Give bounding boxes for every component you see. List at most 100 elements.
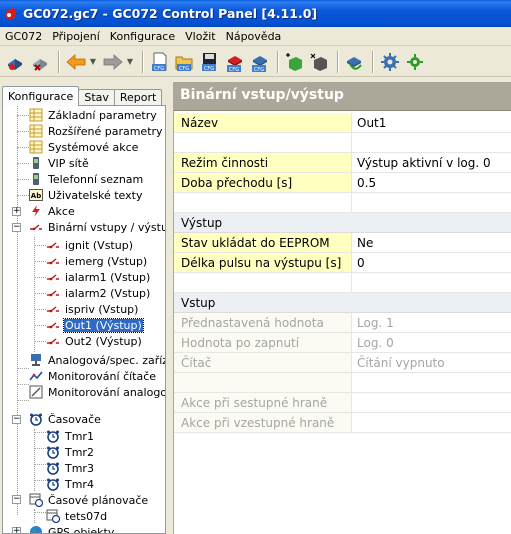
read-cfg-icon[interactable]: CFG: [223, 50, 247, 74]
table-icon: [28, 139, 44, 155]
collapse-toggle-timers[interactable]: −: [12, 415, 21, 424]
tree-item-out2[interactable]: Out2 (Výstup): [45, 333, 143, 349]
config-tree[interactable]: + − − − + Základní parametry Rozšířené p…: [2, 105, 166, 534]
tools-icon[interactable]: [403, 50, 427, 74]
alarm-clock-icon: [45, 428, 61, 444]
tree-item-ignit[interactable]: ignit (Vstup): [45, 237, 134, 253]
back-arrow-icon[interactable]: [64, 50, 88, 74]
tree-item-analog-devices[interactable]: Analogová/spec. zařízení: [28, 352, 165, 368]
tree-item-out1[interactable]: Out1 (Výstup): [45, 317, 144, 333]
property-row[interactable]: [174, 373, 511, 393]
property-name: Akce při vzestupné hraně: [174, 413, 351, 433]
switch-icon: [45, 269, 61, 285]
property-name: Hodnota po zapnutí: [174, 333, 351, 353]
property-row[interactable]: Doba přechodu [s] 0.5: [174, 173, 511, 193]
tree-item-label: Uživatelské texty: [48, 188, 143, 202]
tree-item-binary-io[interactable]: Binární vstupy / výstupy: [28, 219, 165, 235]
property-name: Akce při sestupné hraně: [174, 393, 351, 413]
expand-toggle-akce[interactable]: +: [12, 207, 21, 216]
disconnect-icon[interactable]: [29, 50, 53, 74]
tree-item-actions[interactable]: Akce: [28, 203, 76, 219]
property-row: [174, 133, 511, 153]
property-row[interactable]: Čítač Čítání vypnuto: [174, 353, 511, 373]
property-value[interactable]: 0.5: [351, 173, 511, 193]
forward-arrow-icon[interactable]: [101, 50, 125, 74]
menu-help[interactable]: Nápověda: [221, 27, 287, 46]
tab-report[interactable]: Report: [113, 89, 163, 106]
tree-item-label: iemerg (Vstup): [65, 254, 148, 268]
property-value[interactable]: Ne: [351, 233, 511, 253]
save-cfg-icon[interactable]: CFG: [198, 50, 222, 74]
table-icon: [28, 107, 44, 123]
property-value[interactable]: 0: [351, 253, 511, 273]
tree-item-extended-params[interactable]: Rozšířené parametry: [28, 123, 164, 139]
tree-item-label: Rozšířené parametry: [48, 124, 163, 138]
tree-item-tmr1[interactable]: Tmr1: [45, 428, 95, 444]
property-row[interactable]: Akce při sestupné hraně: [174, 393, 511, 413]
property-value: [351, 193, 511, 213]
property-value: [351, 293, 511, 313]
new-cfg-icon[interactable]: CFG: [148, 50, 172, 74]
chevron-down-icon[interactable]: ▼: [126, 57, 134, 66]
cfg-text: CFG: [204, 66, 214, 72]
property-row[interactable]: Přednastavená hodnota Log. 1: [174, 313, 511, 333]
menu-insert[interactable]: Vložit: [180, 27, 220, 46]
tree-item-timers[interactable]: Časovače: [28, 411, 102, 427]
tree-item-basic-params[interactable]: Základní parametry: [28, 107, 158, 123]
tree-item-label: Out2 (Výstup): [65, 334, 142, 348]
collapse-toggle-schedulers[interactable]: −: [12, 495, 21, 504]
tree-item-analog-monitoring[interactable]: Monitorování analogových: [28, 384, 165, 400]
tree-item-gps-objects[interactable]: GPS objekty: [28, 524, 115, 533]
tab-strip: Konfigurace Stav Report: [2, 86, 163, 106]
menu-connection[interactable]: Připojení: [47, 27, 105, 46]
tree-item-label: Tmr2: [65, 445, 94, 459]
tree-item-ialarm2[interactable]: ialarm2 (Vstup): [45, 285, 151, 301]
tab-status[interactable]: Stav: [78, 89, 115, 106]
tree-item-label: Monitorování čítače: [48, 369, 157, 383]
property-row[interactable]: Název Out1: [174, 113, 511, 133]
phone-icon: [28, 155, 44, 171]
tree-item-tmr3[interactable]: Tmr3: [45, 460, 95, 476]
collapse-toggle-binary-io[interactable]: −: [12, 223, 21, 232]
expand-toggle-gps[interactable]: +: [12, 527, 21, 533]
property-row[interactable]: Délka pulsu na výstupu [s] 0: [174, 253, 511, 273]
connect-icon[interactable]: [4, 50, 28, 74]
tree-item-vip-networks[interactable]: VIP sítě: [28, 155, 90, 171]
property-row[interactable]: Akce při vzestupné hraně: [174, 413, 511, 433]
tree-item-ialarm1[interactable]: ialarm1 (Vstup): [45, 269, 151, 285]
tree-item-label: Tmr3: [65, 461, 94, 475]
property-row[interactable]: Stav ukládat do EEPROM Ne: [174, 233, 511, 253]
tree-item-counter-monitoring[interactable]: Monitorování čítače: [28, 368, 157, 384]
settings-icon[interactable]: [378, 50, 402, 74]
property-row[interactable]: Hodnota po zapnutí Log. 0: [174, 333, 511, 353]
property-row: [174, 193, 511, 213]
menu-configuration[interactable]: Konfigurace: [105, 27, 180, 46]
add-item-icon[interactable]: [283, 50, 307, 74]
section-label: Výstup: [174, 213, 351, 233]
property-value[interactable]: Out1: [351, 113, 511, 133]
property-section-header: Výstup: [174, 213, 511, 233]
write-cfg-icon[interactable]: CFG: [248, 50, 272, 74]
tab-configuration[interactable]: Konfigurace: [2, 86, 80, 106]
sync-icon[interactable]: [343, 50, 367, 74]
menu-gc072[interactable]: GC072: [0, 27, 47, 46]
toolbar-separator: [142, 50, 144, 73]
tree-item-user-texts[interactable]: Ab Uživatelské texty: [28, 187, 143, 203]
open-cfg-icon[interactable]: CFG: [173, 50, 197, 74]
remove-item-icon[interactable]: [308, 50, 332, 74]
chevron-down-icon[interactable]: ▼: [89, 57, 97, 66]
tree-item-tmr4[interactable]: Tmr4: [45, 476, 95, 492]
tree-item-schedulers[interactable]: Časové plánovače: [28, 492, 149, 508]
tree-item-system-actions[interactable]: Systémové akce: [28, 139, 139, 155]
property-value: [351, 133, 511, 153]
property-value: Čítání vypnuto: [351, 353, 511, 373]
tree-item-tmr2[interactable]: Tmr2: [45, 444, 95, 460]
property-value[interactable]: Výstup aktivní v log. 0: [351, 153, 511, 173]
tree-item-tets07d[interactable]: tets07d: [45, 508, 108, 524]
analog-device-icon: [28, 352, 44, 368]
window-titlebar[interactable]: GC072.gc7 - GC072 Control Panel [4.11.0]: [0, 0, 511, 27]
property-row[interactable]: Režim činnosti Výstup aktivní v log. 0: [174, 153, 511, 173]
tree-item-ispriv[interactable]: ispriv (Vstup): [45, 301, 139, 317]
tree-item-iemerg[interactable]: iemerg (Vstup): [45, 253, 148, 269]
tree-item-phonebook[interactable]: Telefonní seznam: [28, 171, 144, 187]
